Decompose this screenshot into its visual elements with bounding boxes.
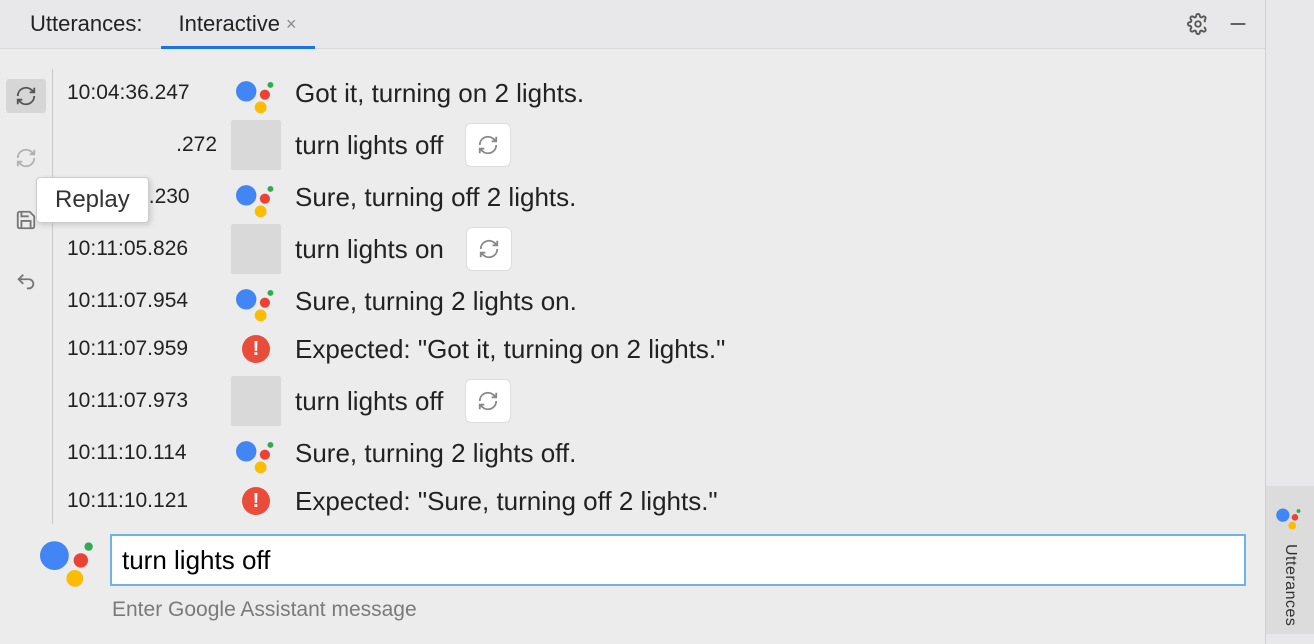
assistant-logo-icon bbox=[231, 173, 281, 221]
log-message: Sure, turning 2 lights on. bbox=[295, 286, 577, 317]
log-message: turn lights on bbox=[295, 234, 444, 265]
refresh-icon bbox=[477, 390, 499, 412]
log-row: 10:11:10.121 Expected: "Sure, turning off… bbox=[65, 477, 1266, 524]
replay-utterance-button[interactable] bbox=[465, 123, 511, 167]
refresh-icon bbox=[478, 238, 500, 260]
assistant-logo-icon bbox=[1276, 505, 1304, 533]
log-message: turn lights off bbox=[295, 130, 443, 161]
timestamp: .272 bbox=[65, 133, 217, 157]
log-list: 10:04:36.247 Got it, turning on 2 lights.… bbox=[52, 69, 1266, 524]
replay-utterance-button[interactable] bbox=[465, 379, 511, 423]
log-row: .272 turn lights off bbox=[65, 117, 1266, 173]
refresh-icon bbox=[15, 147, 37, 169]
tab-bar: Utterances: Interactive × bbox=[0, 0, 1266, 49]
tab-interactive-label: Interactive bbox=[179, 11, 281, 37]
timestamp: 10:11:10.121 bbox=[65, 489, 217, 513]
replay-utterance-button[interactable] bbox=[466, 227, 512, 271]
timestamp: 10:11:07.959 bbox=[65, 337, 217, 361]
tab-interactive[interactable]: Interactive × bbox=[161, 0, 315, 48]
timestamp: 10:11:05.826 bbox=[65, 237, 217, 261]
gear-icon bbox=[1187, 13, 1209, 35]
minimize-button[interactable] bbox=[1218, 0, 1258, 48]
side-tab-utterances[interactable]: Utterances bbox=[1266, 486, 1314, 634]
assistant-logo-icon bbox=[231, 429, 281, 477]
history-button[interactable] bbox=[6, 141, 46, 175]
log-message: Got it, turning on 2 lights. bbox=[295, 78, 584, 109]
utterance-hint: Enter Google Assistant message bbox=[110, 598, 1246, 622]
close-tab-icon[interactable]: × bbox=[286, 14, 297, 35]
assistant-logo-icon bbox=[40, 534, 100, 594]
log-row: 10:11:05.826 turn lights on bbox=[65, 221, 1266, 277]
assistant-logo-icon bbox=[231, 69, 281, 117]
user-avatar bbox=[231, 225, 281, 273]
replay-tooltip: Replay bbox=[36, 177, 149, 223]
undo-icon bbox=[15, 271, 37, 293]
user-avatar bbox=[231, 377, 281, 425]
refresh-icon bbox=[477, 134, 499, 156]
timestamp: 10:04:36.247 bbox=[65, 81, 217, 105]
log-row: 10:11:07.959 Expected: "Got it, turning o… bbox=[65, 325, 1266, 373]
timestamp: 10:11:07.973 bbox=[65, 389, 217, 413]
input-bar: Enter Google Assistant message bbox=[0, 524, 1266, 644]
log-message: Expected: "Sure, turning off 2 lights." bbox=[295, 486, 718, 517]
log-row: 10:06:55.230Sure, turning off 2 lights. bbox=[65, 173, 1266, 221]
save-icon bbox=[15, 209, 37, 231]
left-rail: Replay bbox=[0, 49, 52, 524]
side-tab-label: Utterances bbox=[1281, 544, 1299, 626]
log-row: 10:11:07.954 Sure, turning 2 lights on. bbox=[65, 277, 1266, 325]
undo-button[interactable] bbox=[6, 265, 46, 299]
log-row: 10:04:36.247 Got it, turning on 2 lights. bbox=[65, 69, 1266, 117]
log-message: Sure, turning 2 lights off. bbox=[295, 438, 576, 469]
minimize-icon bbox=[1227, 13, 1249, 35]
error-icon bbox=[231, 325, 281, 373]
utterance-input[interactable] bbox=[110, 534, 1246, 586]
right-rail: Utterances bbox=[1265, 0, 1314, 644]
input-wrap: Enter Google Assistant message bbox=[110, 534, 1246, 622]
replay-button[interactable] bbox=[6, 79, 46, 113]
log-row: 10:11:07.973 turn lights off bbox=[65, 373, 1266, 429]
log-message: turn lights off bbox=[295, 386, 443, 417]
timestamp: 10:11:07.954 bbox=[65, 289, 217, 313]
refresh-icon bbox=[15, 85, 37, 107]
assistant-logo-icon bbox=[231, 277, 281, 325]
settings-button[interactable] bbox=[1178, 0, 1218, 48]
tabs-title: Utterances: bbox=[12, 0, 161, 48]
log-row: 10:11:10.114 Sure, turning 2 lights off. bbox=[65, 429, 1266, 477]
error-icon bbox=[231, 477, 281, 524]
log-message: Expected: "Got it, turning on 2 lights." bbox=[295, 334, 725, 365]
user-avatar bbox=[231, 121, 281, 169]
timestamp: 10:11:10.114 bbox=[65, 441, 217, 465]
utterances-panel: Utterances: Interactive × bbox=[0, 0, 1266, 644]
panel-body: Replay 10:04:36.247 Got it, turning on 2 … bbox=[0, 49, 1266, 524]
log-message: Sure, turning off 2 lights. bbox=[295, 182, 576, 213]
